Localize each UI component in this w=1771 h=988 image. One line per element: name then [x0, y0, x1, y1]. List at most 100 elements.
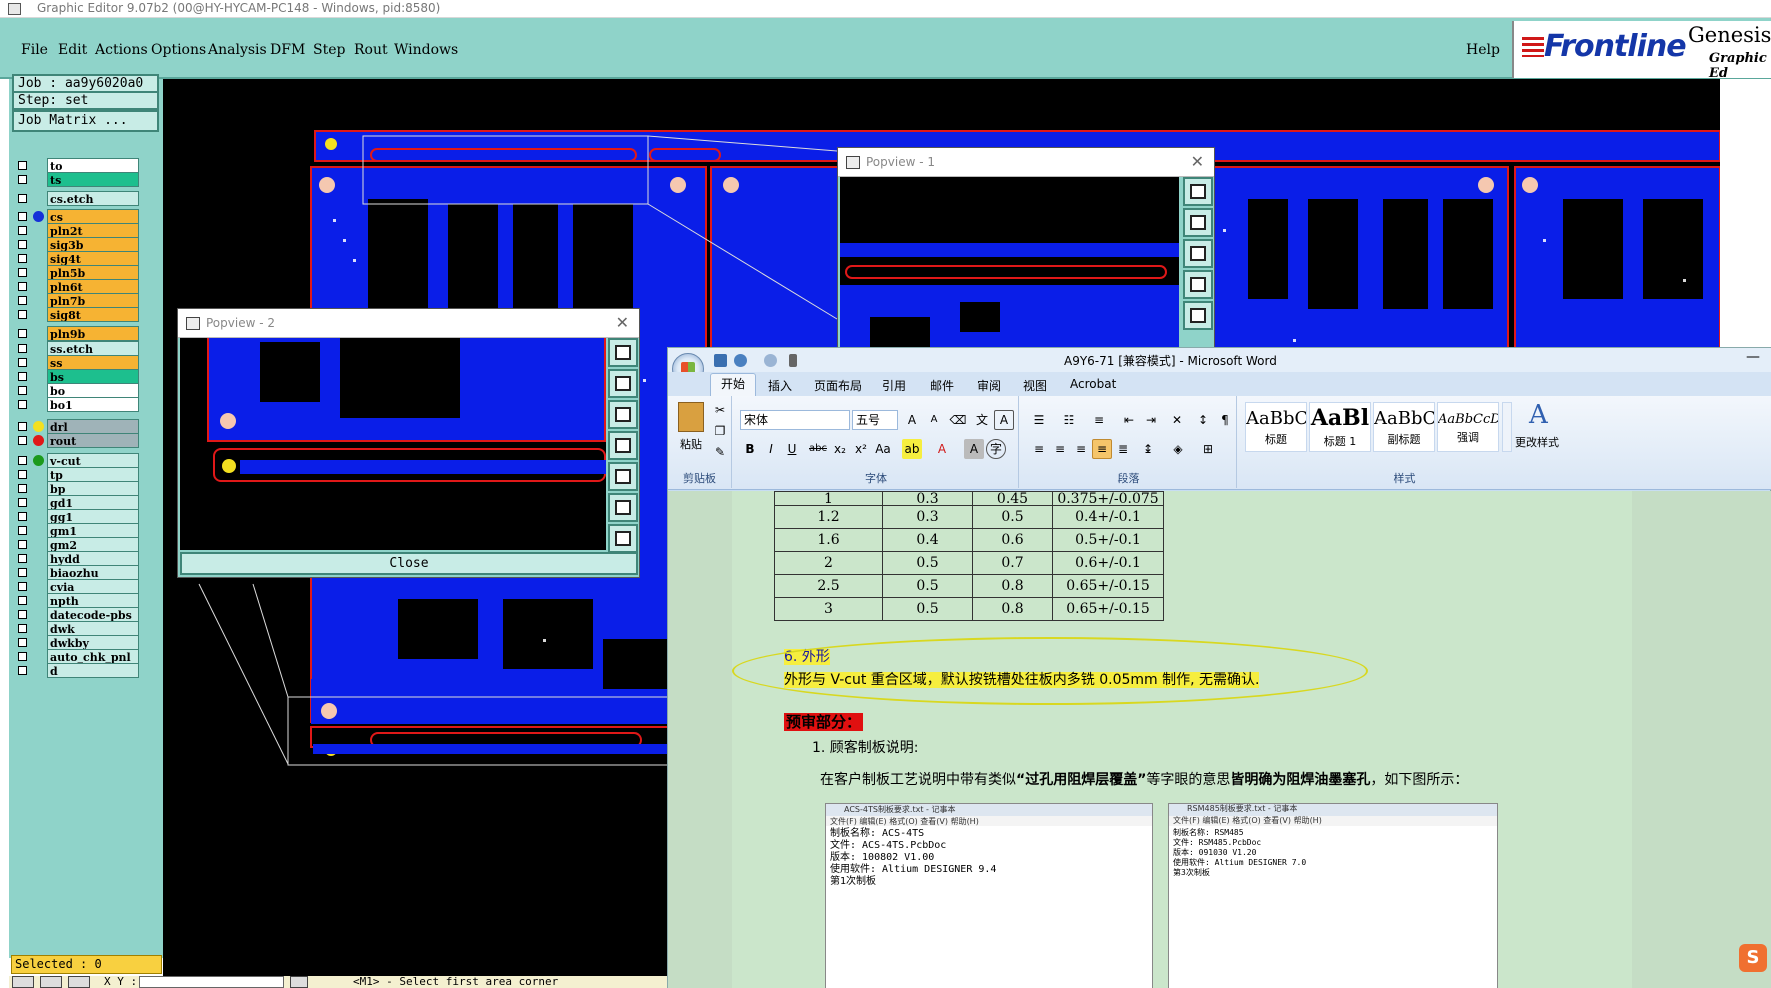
redo-icon[interactable]	[764, 354, 777, 367]
tab-mailings[interactable]: 邮件	[930, 377, 954, 394]
job-matrix-button[interactable]: Job Matrix ...	[12, 110, 159, 132]
font-color-icon[interactable]: A	[932, 439, 952, 459]
style-subtitle[interactable]: AaBbC 副标题	[1373, 402, 1435, 452]
layer-name[interactable]: pln5b	[47, 265, 139, 280]
layer-row[interactable]: gm2	[12, 537, 139, 552]
bold-icon[interactable]: B	[740, 439, 760, 459]
layer-name[interactable]: cs	[47, 209, 139, 224]
layer-checkbox[interactable]	[18, 310, 27, 319]
layer-row[interactable]: ss	[12, 355, 139, 370]
align-left-icon[interactable]: ≡	[1029, 439, 1049, 459]
enclose-char-icon[interactable]: 字	[986, 439, 1006, 459]
layer-name[interactable]: bo1	[47, 397, 139, 412]
layer-checkbox[interactable]	[18, 498, 27, 507]
layer-name[interactable]: bs	[47, 369, 139, 384]
pan-up-button[interactable]	[1183, 208, 1213, 237]
layer-name[interactable]: cvia	[47, 579, 139, 594]
layer-name[interactable]: sig8t	[47, 307, 139, 322]
layer-name[interactable]: sig4t	[47, 251, 139, 266]
layer-row[interactable]: pln6t	[12, 279, 139, 294]
layer-name[interactable]: v-cut	[47, 453, 139, 468]
zoom-out-button[interactable]	[608, 524, 638, 553]
layer-checkbox[interactable]	[18, 161, 27, 170]
distribute-icon[interactable]: ≣	[1113, 439, 1133, 459]
layer-name[interactable]: biaozhu	[47, 565, 139, 580]
tab-acrobat[interactable]: Acrobat	[1070, 377, 1116, 391]
tab-insert[interactable]: 插入	[768, 377, 792, 394]
layer-checkbox[interactable]	[18, 226, 27, 235]
layer-row[interactable]: sig4t	[12, 251, 139, 266]
zoom-fit-button[interactable]	[1183, 177, 1213, 206]
layer-row[interactable]: biaozhu	[12, 565, 139, 580]
pause-button[interactable]	[290, 976, 308, 988]
zoom-in-button[interactable]	[608, 493, 638, 522]
layer-row[interactable]: bo	[12, 383, 139, 398]
format-painter-icon[interactable]: ✎	[710, 442, 730, 462]
layer-checkbox[interactable]	[18, 554, 27, 563]
superscript-icon[interactable]: x²	[851, 439, 871, 459]
customize-icon[interactable]	[789, 354, 797, 367]
grid-tool-button[interactable]	[68, 976, 90, 988]
layer-name[interactable]: hydd	[47, 551, 139, 566]
layer-name[interactable]: dwkby	[47, 635, 139, 650]
close-icon[interactable]: ✕	[1191, 152, 1204, 171]
layer-row[interactable]: sig3b	[12, 237, 139, 252]
close-icon[interactable]: ✕	[616, 313, 629, 332]
layer-checkbox[interactable]	[18, 666, 27, 675]
layer-checkbox[interactable]	[18, 358, 27, 367]
tab-page-layout[interactable]: 页面布局	[814, 377, 862, 394]
pan-right-button[interactable]	[608, 462, 638, 491]
layer-checkbox[interactable]	[18, 344, 27, 353]
layer-checkbox[interactable]	[18, 638, 27, 647]
layer-row[interactable]: gg1	[12, 509, 139, 524]
strikethrough-icon[interactable]: abc	[808, 439, 828, 459]
layer-name[interactable]: ss	[47, 355, 139, 370]
layer-row[interactable]: pln2t	[12, 223, 139, 238]
pan-down-button[interactable]	[608, 400, 638, 429]
pan-right-button[interactable]	[1183, 301, 1213, 330]
layer-checkbox[interactable]	[18, 372, 27, 381]
layer-row[interactable]: gd1	[12, 495, 139, 510]
layer-row[interactable]: pln5b	[12, 265, 139, 280]
tab-home[interactable]: 开始	[710, 373, 756, 396]
popview-close-button[interactable]: Close	[180, 552, 638, 575]
layer-name[interactable]: bo	[47, 383, 139, 398]
tab-view[interactable]: 视图	[1023, 377, 1047, 394]
pan-down-button[interactable]	[1183, 239, 1213, 268]
italic-icon[interactable]: I	[761, 439, 781, 459]
layer-row[interactable]: rout	[12, 433, 139, 448]
layer-row[interactable]: npth	[12, 593, 139, 608]
pointer-tool-button[interactable]	[12, 976, 34, 988]
layer-checkbox[interactable]	[18, 400, 27, 409]
layer-checkbox[interactable]	[18, 436, 27, 445]
layer-row[interactable]: pln7b	[12, 293, 139, 308]
layer-name[interactable]: ss.etch	[47, 341, 139, 356]
style-emphasis[interactable]: AaBbCcDd 强调	[1437, 402, 1499, 452]
minimize-icon[interactable]: —	[1746, 349, 1760, 365]
layer-checkbox[interactable]	[18, 254, 27, 263]
layer-row[interactable]: d	[12, 663, 139, 678]
numbering-icon[interactable]: ☷	[1059, 410, 1079, 430]
change-case-icon[interactable]: Aa	[873, 439, 893, 459]
style-heading-1[interactable]: AaBl 标题 1	[1309, 402, 1371, 452]
layer-name[interactable]: d	[47, 663, 139, 678]
shading-icon[interactable]: ◈	[1168, 439, 1188, 459]
layer-checkbox[interactable]	[18, 212, 27, 221]
bullets-icon[interactable]: ☰	[1029, 410, 1049, 430]
layer-checkbox[interactable]	[18, 652, 27, 661]
layer-name[interactable]: ts	[47, 172, 139, 187]
layer-row[interactable]: dwkby	[12, 635, 139, 650]
layer-row[interactable]: bs	[12, 369, 139, 384]
layer-name[interactable]: bp	[47, 481, 139, 496]
sort-icon[interactable]: ↕	[1193, 410, 1213, 430]
layer-checkbox[interactable]	[18, 596, 27, 605]
layer-name[interactable]: rout	[47, 433, 139, 448]
pan-left-button[interactable]	[608, 431, 638, 460]
layer-row[interactable]: ts	[12, 172, 139, 187]
borders-icon[interactable]: ⊞	[1198, 439, 1218, 459]
zoom-fit-button[interactable]	[608, 338, 638, 367]
layer-checkbox[interactable]	[18, 484, 27, 493]
layer-name[interactable]: drl	[47, 419, 139, 434]
layer-name[interactable]: pln6t	[47, 279, 139, 294]
layer-name[interactable]: sig3b	[47, 237, 139, 252]
